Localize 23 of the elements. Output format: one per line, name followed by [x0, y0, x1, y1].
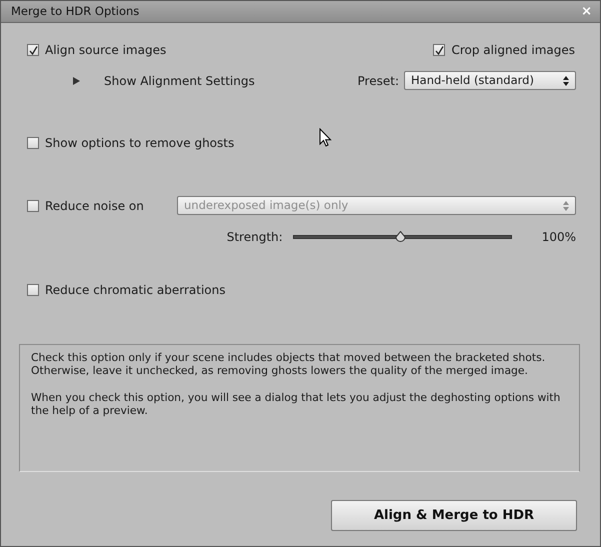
checkbox[interactable]: [27, 137, 39, 149]
spinner-arrows-icon: [563, 200, 569, 210]
preset-dropdown[interactable]: Hand-held (standard): [404, 71, 576, 90]
reduce-noise-label: Reduce noise on: [45, 198, 144, 214]
expand-arrow-icon[interactable]: [73, 76, 80, 84]
merge-button[interactable]: Align & Merge to HDR: [331, 500, 577, 531]
mouse-cursor-icon: [319, 128, 333, 148]
help-text: When you check this option, you will see a dialog that lets you adjust the deghosting options with the help of a preview.: [31, 391, 562, 417]
checkbox[interactable]: [433, 44, 446, 56]
crop-aligned-label: Crop aligned images: [451, 42, 575, 59]
checkbox[interactable]: [27, 44, 39, 56]
slider-thumb[interactable]: [395, 231, 406, 243]
strength-value: 100%: [542, 229, 576, 246]
strength-label: Strength:: [226, 229, 283, 246]
window-title: Merge to HDR Options: [11, 2, 140, 20]
checkbox[interactable]: [27, 284, 39, 296]
help-text: Check this option only if your scene includes objects that moved between the bracketed shots. Otherwise, leave it unchecked, as removing ghosts lowers the quality of the merged image.: [31, 351, 546, 377]
preset-label: Preset:: [358, 72, 399, 90]
align-source-label: Align source images: [45, 42, 166, 59]
remove-ghosts-label: Show options to remove ghosts: [45, 135, 234, 152]
alignment-settings-toggle[interactable]: Show Alignment Settings: [104, 72, 255, 90]
spinner-arrows-icon: [563, 76, 569, 86]
chromatic-aberrations-label: Reduce chromatic aberrations: [45, 282, 226, 299]
